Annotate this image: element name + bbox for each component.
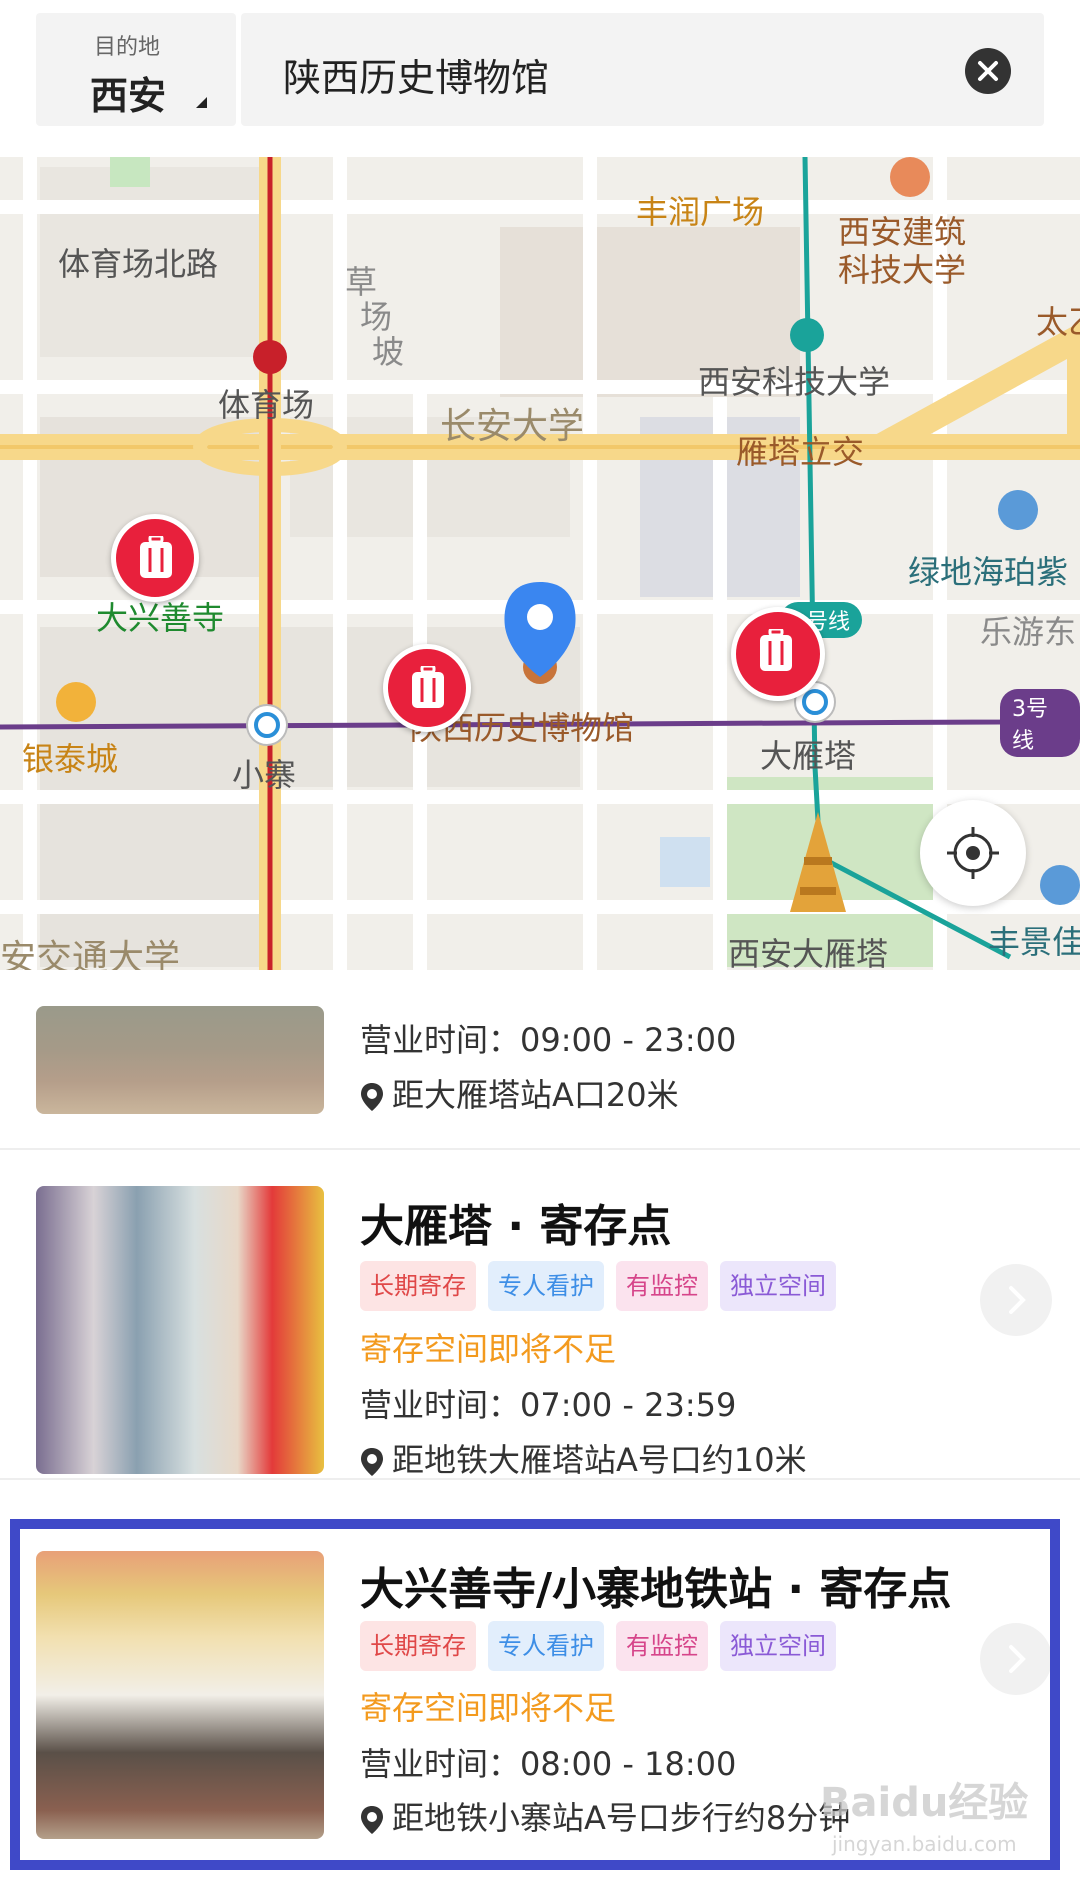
- tag-long-term: 长期寄存: [360, 1621, 476, 1671]
- app-screen: 目的地 西安 陕西历史博物馆 丰润广场 西安建筑 科技大学 太 体育场北路 草 …: [0, 0, 1080, 1890]
- location-pin-icon: [361, 1806, 383, 1834]
- location-pin-icon: [361, 1448, 383, 1476]
- tag-attendant: 专人看护: [488, 1621, 604, 1671]
- storage-card[interactable]: 营业时间：09:00 - 23:00 距大雁塔站A口20米: [0, 970, 1080, 1150]
- luggage-icon: [140, 536, 172, 578]
- business-hours: 营业时间：09:00 - 23:00: [360, 1021, 737, 1059]
- map-label-tiyuchang-road: 体育场北路: [58, 245, 219, 283]
- map-label-leyou: 乐游东: [980, 613, 1077, 651]
- distance-info: 距大雁塔站A口20米: [360, 1070, 679, 1116]
- storage-card[interactable]: 大雁塔 · 寄存点 长期寄存 专人看护 有监控 独立空间 寄存空间即将不足 营业…: [0, 1150, 1080, 1480]
- tag-private-space: 独立空间: [720, 1621, 836, 1671]
- luggage-pin-dayanta[interactable]: [731, 607, 825, 701]
- storage-photo: [36, 1006, 324, 1114]
- feature-tags: 长期寄存 专人看护 有监控 独立空间: [360, 1261, 836, 1311]
- map-view[interactable]: 丰润广场 西安建筑 科技大学 太乙 体育场北路 草 场 坡 体育场 西安科技大学…: [0, 157, 1080, 970]
- search-input[interactable]: 陕西历史博物馆: [241, 13, 1044, 126]
- locate-button[interactable]: [920, 800, 1026, 906]
- distance-text: 距地铁小寨站A号口步行约8分钟: [392, 1799, 851, 1837]
- distance-info: 距地铁小寨站A号口步行约8分钟: [360, 1793, 850, 1839]
- distance-info: 距地铁大雁塔站A号口约10米: [360, 1435, 807, 1481]
- map-label-lvdi: 绿地海珀紫: [908, 553, 1069, 591]
- map-label-caochang-3: 坡: [372, 333, 405, 371]
- location-pin-icon: [361, 1083, 383, 1111]
- dropdown-caret-icon: [196, 97, 207, 108]
- storage-title: 大兴善寺/小寨地铁站 · 寄存点: [360, 1564, 952, 1615]
- map-label-yanta-lijiao: 雁塔立交: [736, 433, 865, 471]
- tag-monitored: 有监控: [616, 1261, 708, 1311]
- crosshair-icon: [947, 827, 999, 879]
- map-label-xiaozhai: 小寨: [232, 756, 297, 794]
- map-label-changan: 长安大学: [440, 406, 585, 447]
- tag-long-term: 长期寄存: [360, 1261, 476, 1311]
- luggage-pin-daxing[interactable]: [111, 514, 199, 602]
- chevron-right-icon[interactable]: [980, 1264, 1052, 1336]
- tag-attendant: 专人看护: [488, 1261, 604, 1311]
- storage-photo: [36, 1186, 324, 1474]
- distance-text: 距大雁塔站A口20米: [392, 1076, 679, 1114]
- luggage-pin-museum[interactable]: [383, 644, 471, 732]
- city-name: 西安: [90, 74, 167, 118]
- distance-text: 距地铁大雁塔站A号口约10米: [392, 1441, 807, 1479]
- map-label-jiaotong: 安交通大学: [0, 938, 181, 970]
- map-label-fengjing: 丰景佳: [988, 923, 1080, 961]
- search-header: 目的地 西安 陕西历史博物馆: [0, 0, 1080, 157]
- map-label-tiyuchang: 体育场: [218, 386, 315, 424]
- business-hours: 营业时间：07:00 - 23:59: [360, 1386, 737, 1424]
- map-label-dayanta-pagoda: 西安大雁塔: [728, 935, 889, 970]
- storage-photo: [36, 1551, 324, 1839]
- storage-list[interactable]: 营业时间：09:00 - 23:00 距大雁塔站A口20米 大雁塔 · 寄存点 …: [0, 970, 1080, 1890]
- map-label-yintai: 银泰城: [22, 740, 119, 778]
- watermark-url: jingyan.baidu.com: [832, 1832, 1017, 1856]
- map-label-fengrun: 丰润广场: [636, 193, 765, 231]
- luggage-icon: [760, 629, 792, 671]
- luggage-icon: [412, 666, 444, 708]
- map-label-tai: 太乙: [1036, 303, 1080, 341]
- tag-private-space: 独立空间: [720, 1261, 836, 1311]
- metro-line-3-badge: 3号线: [1000, 689, 1080, 757]
- map-label-keji: 西安科技大学: [698, 363, 891, 401]
- destination-label: 目的地: [94, 35, 161, 60]
- capacity-warning: 寄存空间即将不足: [360, 1330, 617, 1368]
- map-label-dayanta-station: 大雁塔: [760, 737, 857, 775]
- chevron-right-icon[interactable]: [980, 1623, 1052, 1695]
- clear-icon[interactable]: [965, 48, 1011, 94]
- watermark-logo: Baidu经验: [820, 1780, 1029, 1826]
- storage-title: 大雁塔 · 寄存点: [360, 1201, 672, 1252]
- business-hours: 营业时间：08:00 - 18:00: [360, 1745, 737, 1783]
- feature-tags: 长期寄存 专人看护 有监控 独立空间: [360, 1621, 836, 1671]
- tag-monitored: 有监控: [616, 1621, 708, 1671]
- city-selector[interactable]: 目的地 西安: [36, 13, 236, 126]
- capacity-warning: 寄存空间即将不足: [360, 1689, 617, 1727]
- map-label-jianzhu-2: 科技大学: [838, 251, 967, 289]
- search-value: 陕西历史博物馆: [283, 56, 550, 100]
